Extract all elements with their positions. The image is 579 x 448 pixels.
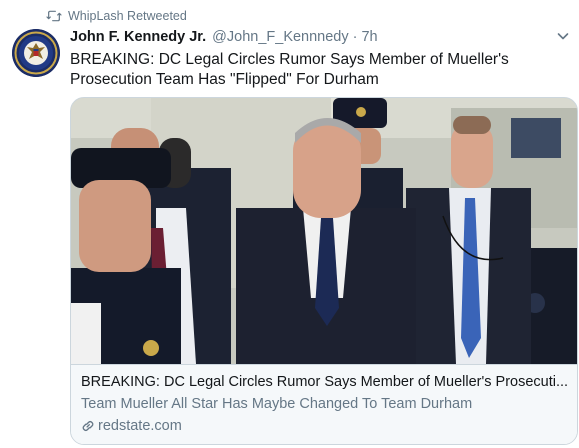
tweet-header: John F. Kennedy Jr. @John_F_Kennnedy · 7… [70, 29, 378, 45]
retweet-icon [46, 10, 62, 22]
author-handle[interactable]: @John_F_Kennnedy [212, 29, 348, 45]
card-footer[interactable]: BREAKING: DC Legal Circles Rumor Says Me… [71, 364, 577, 444]
retweet-label[interactable]: WhipLash Retweeted [68, 9, 187, 23]
card-description: Team Mueller All Star Has Maybe Changed … [81, 396, 473, 412]
seal-icon [12, 29, 60, 77]
card-image[interactable] [71, 98, 577, 364]
tweet[interactable]: WhipLash Retweeted John F. Kennedy Jr. @… [0, 0, 579, 448]
card-photo [71, 98, 577, 364]
presidential-seal-avatar[interactable] [12, 29, 60, 77]
header-separator: · [352, 29, 358, 45]
tweet-timestamp[interactable]: 7h [361, 29, 377, 45]
link-card[interactable]: BREAKING: DC Legal Circles Rumor Says Me… [70, 97, 578, 445]
chevron-down-icon[interactable] [555, 28, 571, 44]
link-icon [82, 420, 94, 432]
card-domain: redstate.com [81, 418, 182, 434]
card-title[interactable]: BREAKING: DC Legal Circles Rumor Says Me… [81, 374, 571, 390]
retweet-context: WhipLash Retweeted [46, 9, 187, 23]
tweet-text: BREAKING: DC Legal Circles Rumor Says Me… [70, 51, 509, 88]
card-domain-text: redstate.com [98, 418, 182, 434]
author-name[interactable]: John F. Kennedy Jr. [70, 29, 206, 45]
